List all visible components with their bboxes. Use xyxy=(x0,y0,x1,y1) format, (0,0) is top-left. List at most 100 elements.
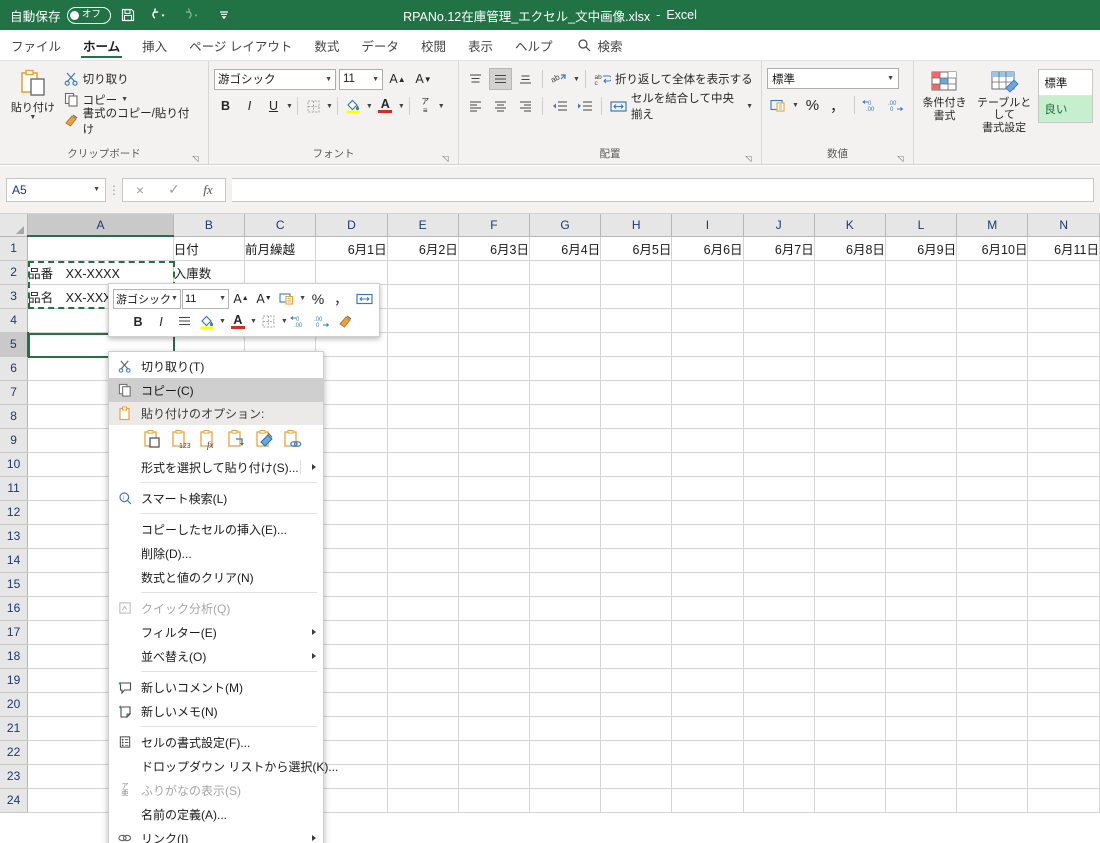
row-header-4[interactable]: 4 xyxy=(0,308,29,333)
cell-L21[interactable] xyxy=(885,716,958,741)
cell-M5[interactable] xyxy=(956,332,1029,357)
cell-G14[interactable] xyxy=(529,548,602,573)
mini-merge-center-button[interactable] xyxy=(353,288,375,309)
menu-item-define-name[interactable]: 名前の定義(A)... xyxy=(109,802,323,826)
chevron-down-icon[interactable]: ▼ xyxy=(219,295,226,302)
cell-M23[interactable] xyxy=(956,764,1029,789)
cell-F7[interactable] xyxy=(458,380,530,405)
cell-J16[interactable] xyxy=(743,596,815,621)
cell-K15[interactable] xyxy=(814,572,886,597)
format-painter-button[interactable]: 書式のコピー/貼り付け xyxy=(61,108,203,136)
column-header-H[interactable]: H xyxy=(600,214,673,237)
cell-G19[interactable] xyxy=(529,668,602,693)
cell-H6[interactable] xyxy=(600,356,673,381)
cell-J1[interactable]: 6月7日 xyxy=(743,236,815,261)
cell-J11[interactable] xyxy=(743,476,815,501)
cell-J24[interactable] xyxy=(743,788,815,813)
cell-D13[interactable] xyxy=(315,524,388,549)
number-format-combo[interactable]: 標準 ▼ xyxy=(767,68,899,89)
cell-F8[interactable] xyxy=(458,404,530,429)
cell-F9[interactable] xyxy=(458,428,530,453)
cell-M8[interactable] xyxy=(956,404,1029,429)
cell-K21[interactable] xyxy=(814,716,886,741)
chevron-down-icon[interactable]: ▼ xyxy=(250,318,257,325)
chevron-down-icon[interactable]: ▼ xyxy=(171,295,178,302)
cell-G13[interactable] xyxy=(529,524,602,549)
row-header-1[interactable]: 1 xyxy=(0,236,29,261)
customize-qat-icon[interactable] xyxy=(209,2,239,28)
phonetic-guide-button[interactable]: ア ≡ xyxy=(414,95,437,117)
cell-E20[interactable] xyxy=(387,692,459,717)
cell-I13[interactable] xyxy=(671,524,744,549)
cell-H7[interactable] xyxy=(600,380,673,405)
cell-F12[interactable] xyxy=(458,500,530,525)
chevron-down-icon[interactable]: ▼ xyxy=(121,96,128,103)
row-header-19[interactable]: 19 xyxy=(0,668,29,693)
underline-button[interactable]: U xyxy=(262,95,285,117)
align-middle-button[interactable] xyxy=(489,68,512,90)
cell-J3[interactable] xyxy=(743,284,815,309)
cell-I16[interactable] xyxy=(671,596,744,621)
increase-decimal-button[interactable]: 0.00 xyxy=(860,94,883,116)
row-header-20[interactable]: 20 xyxy=(0,692,29,717)
cell-N5[interactable] xyxy=(1027,332,1100,357)
cell-G2[interactable] xyxy=(529,260,602,285)
cell-D16[interactable] xyxy=(315,596,388,621)
chevron-down-icon[interactable]: ▼ xyxy=(326,103,333,110)
menu-item-paste-special[interactable]: 形式を選択して貼り付け(S)... xyxy=(109,455,323,479)
cell-E13[interactable] xyxy=(387,524,459,549)
cell-N21[interactable] xyxy=(1027,716,1100,741)
cell-A2[interactable]: 品番 XX-XXXX xyxy=(27,260,174,285)
cell-E7[interactable] xyxy=(387,380,459,405)
cell-D1[interactable]: 6月1日 xyxy=(315,236,388,261)
align-center-button[interactable] xyxy=(489,95,512,117)
mini-font-size-combo[interactable]: 11 ▼ xyxy=(181,288,230,309)
cell-E12[interactable] xyxy=(387,500,459,525)
cell-D9[interactable] xyxy=(315,428,388,453)
save-icon[interactable] xyxy=(113,2,143,28)
select-all-corner[interactable] xyxy=(0,214,29,237)
align-right-button[interactable] xyxy=(514,95,537,117)
tab-help[interactable]: ヘルプ xyxy=(504,30,564,60)
insert-function-button[interactable]: fx xyxy=(191,179,225,201)
merge-center-button[interactable]: セルを結合して中央揃え ▼ xyxy=(607,93,756,121)
cell-F13[interactable] xyxy=(458,524,530,549)
row-header-15[interactable]: 15 xyxy=(0,572,29,597)
row-header-13[interactable]: 13 xyxy=(0,524,29,549)
column-header-G[interactable]: G xyxy=(529,214,602,237)
column-header-M[interactable]: M xyxy=(956,214,1029,237)
cell-I18[interactable] xyxy=(671,644,744,669)
search-box[interactable]: 検索 xyxy=(563,30,623,60)
cell-N17[interactable] xyxy=(1027,620,1100,645)
cell-H22[interactable] xyxy=(600,740,673,765)
cell-I4[interactable] xyxy=(671,308,744,333)
mini-format-painter-button[interactable] xyxy=(335,311,357,332)
row-header-23[interactable]: 23 xyxy=(0,764,29,789)
cell-N4[interactable] xyxy=(1027,308,1100,333)
cell-L3[interactable] xyxy=(885,284,958,309)
column-header-E[interactable]: E xyxy=(387,214,459,237)
align-bottom-button[interactable] xyxy=(514,68,537,90)
cell-F23[interactable] xyxy=(458,764,530,789)
cell-N16[interactable] xyxy=(1027,596,1100,621)
cell-E6[interactable] xyxy=(387,356,459,381)
row-header-8[interactable]: 8 xyxy=(0,404,29,429)
mini-bold-button[interactable]: B xyxy=(127,311,149,332)
number-dialog-launcher-icon[interactable]: ◹ xyxy=(896,154,905,163)
cell-H5[interactable] xyxy=(600,332,673,357)
cell-H23[interactable] xyxy=(600,764,673,789)
cell-F15[interactable] xyxy=(458,572,530,597)
row-header-18[interactable]: 18 xyxy=(0,644,29,669)
cell-D11[interactable] xyxy=(315,476,388,501)
cell-D24[interactable] xyxy=(315,788,388,813)
cell-E17[interactable] xyxy=(387,620,459,645)
cell-H17[interactable] xyxy=(600,620,673,645)
cell-L8[interactable] xyxy=(885,404,958,429)
column-header-D[interactable]: D xyxy=(315,214,388,237)
mini-increase-decimal-button[interactable]: 0.00 xyxy=(289,311,311,332)
decrease-font-size-button[interactable]: A ▼ xyxy=(412,68,435,90)
cell-J22[interactable] xyxy=(743,740,815,765)
cell-E2[interactable] xyxy=(387,260,459,285)
menu-item-copy[interactable]: コピー(C) xyxy=(109,378,323,402)
cell-E18[interactable] xyxy=(387,644,459,669)
